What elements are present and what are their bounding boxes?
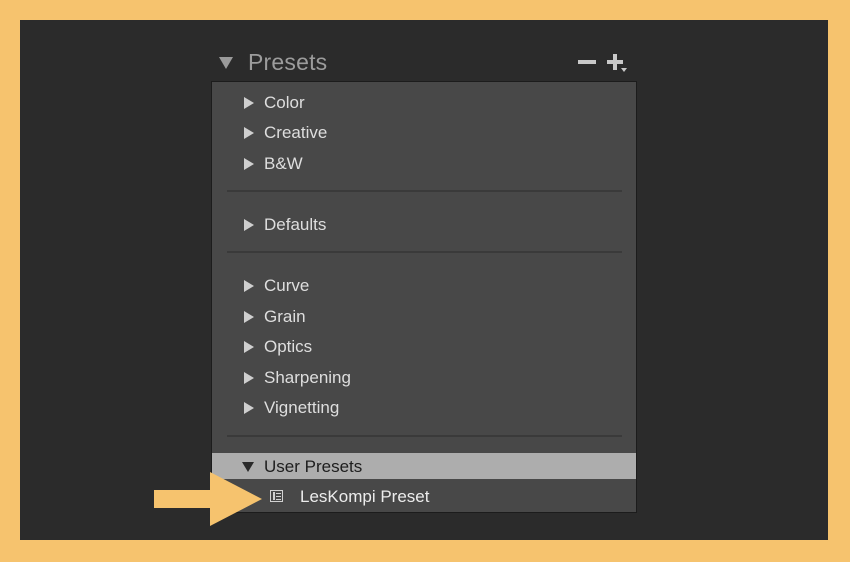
preset-group-grain[interactable]: Grain [212,304,636,330]
preset-group-user-presets[interactable]: User Presets [212,453,636,479]
remove-preset-button[interactable] [578,60,596,64]
dropdown-chevron-icon [621,68,627,72]
presets-panel-header[interactable]: Presets [213,47,637,79]
preset-group-creative[interactable]: Creative [212,120,636,146]
arrow-pointer-icon [154,472,264,528]
preset-group-label: User Presets [264,457,363,476]
presets-panel-body: Color Creative B&W Defaults Curve Grain … [211,81,637,513]
preset-group-label: Color [264,93,305,112]
preset-group-label: B&W [264,154,303,173]
preset-group-defaults[interactable]: Defaults [212,212,636,238]
collapse-triangle-icon[interactable] [219,57,233,69]
app-window: Presets Color Creative B&W Defaults Curv… [20,20,828,540]
divider [227,435,622,437]
preset-group-label: Vignetting [264,398,340,417]
expand-triangle-icon [244,341,254,353]
preset-group-curve[interactable]: Curve [212,273,636,299]
preset-group-label: Curve [264,276,310,295]
expand-triangle-icon [244,372,254,384]
collapse-triangle-icon [242,462,254,472]
preset-item-leskompi[interactable]: LesKompi Preset [212,483,636,511]
preset-group-vignetting[interactable]: Vignetting [212,395,636,421]
arrow-head [210,472,262,526]
preset-group-label: Creative [264,123,328,142]
expand-triangle-icon [244,402,254,414]
preset-icon [270,490,283,502]
preset-item-label: LesKompi Preset [300,487,430,506]
preset-group-label: Optics [264,337,313,356]
arrow-shaft [154,490,214,508]
preset-group-label: Defaults [264,215,327,234]
expand-triangle-icon [244,311,254,323]
expand-triangle-icon [244,158,254,170]
preset-group-sharpening[interactable]: Sharpening [212,365,636,391]
preset-group-bw[interactable]: B&W [212,151,636,177]
expand-triangle-icon [244,280,254,292]
preset-group-color[interactable]: Color [212,90,636,116]
divider [227,190,622,192]
preset-group-label: Sharpening [264,368,351,387]
divider [227,251,622,253]
add-preset-button[interactable] [607,52,629,74]
panel-title: Presets [248,49,328,75]
plus-icon-vertical [613,54,617,70]
preset-group-optics[interactable]: Optics [212,334,636,360]
preset-group-label: Grain [264,307,306,326]
expand-triangle-icon [244,127,254,139]
expand-triangle-icon [244,97,254,109]
expand-triangle-icon [244,219,254,231]
